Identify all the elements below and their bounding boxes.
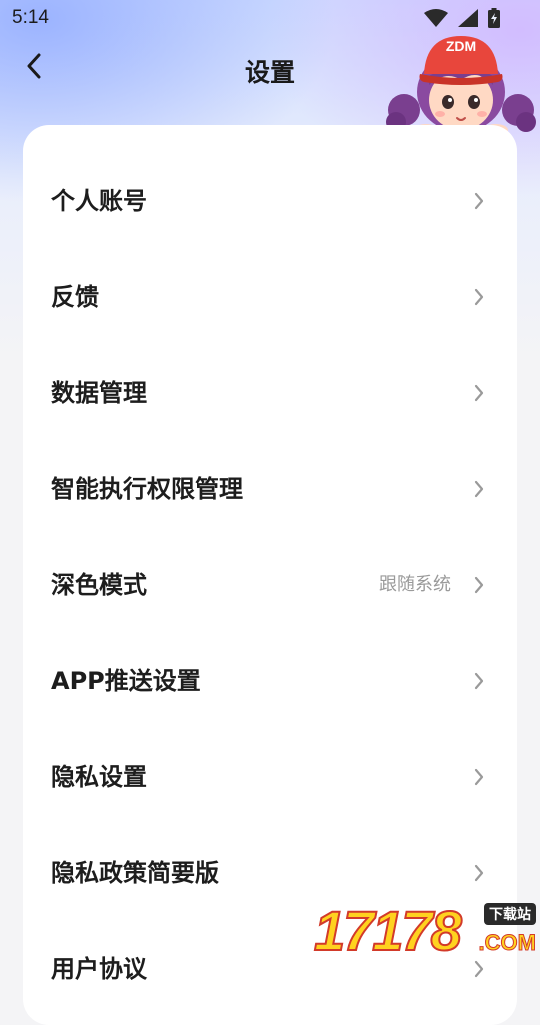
settings-item-feedback[interactable]: 反馈 <box>23 249 517 345</box>
wifi-icon <box>424 9 448 31</box>
chevron-right-icon <box>474 768 484 786</box>
watermark-domain: .COM <box>478 930 536 956</box>
settings-item-label: APP推送设置 <box>51 667 201 695</box>
chevron-right-icon <box>474 384 484 402</box>
settings-item-label: 个人账号 <box>51 187 147 215</box>
mascot-illustration: ZDM <box>386 30 536 136</box>
settings-item-label: 用户协议 <box>51 955 147 983</box>
chevron-right-icon <box>474 672 484 690</box>
settings-item-label: 隐私政策简要版 <box>51 859 219 887</box>
settings-item-label: 数据管理 <box>51 379 147 407</box>
settings-item-personal-account[interactable]: 个人账号 <box>23 153 517 249</box>
chevron-right-icon <box>474 576 484 594</box>
status-time: 5:14 <box>12 7 49 28</box>
settings-item-privacy-settings[interactable]: 隐私设置 <box>23 729 517 825</box>
chevron-right-icon <box>474 864 484 882</box>
settings-item-push-notifications[interactable]: APP推送设置 <box>23 633 517 729</box>
settings-item-label: 智能执行权限管理 <box>51 475 243 503</box>
settings-card: 个人账号 反馈 数据管理 智能执行权限管理 深色模式 跟随系统 APP推送设置 … <box>23 125 517 1025</box>
mascot-cap-text: ZDM <box>445 38 477 54</box>
cellular-signal-icon <box>458 9 478 31</box>
settings-item-smart-execution-permissions[interactable]: 智能执行权限管理 <box>23 441 517 537</box>
chevron-right-icon <box>474 288 484 306</box>
status-icons <box>424 8 500 32</box>
watermark-number: 17178 <box>313 898 463 963</box>
chevron-right-icon <box>474 960 484 978</box>
watermark-tag: 下载站 <box>484 903 536 925</box>
watermark-logo: 17178 下载站 .COM <box>313 898 540 963</box>
dark-mode-value: 跟随系统 <box>379 574 451 595</box>
settings-item-data-management[interactable]: 数据管理 <box>23 345 517 441</box>
battery-charging-icon <box>488 8 500 32</box>
settings-item-dark-mode[interactable]: 深色模式 跟随系统 <box>23 537 517 633</box>
settings-item-label: 反馈 <box>51 283 99 311</box>
settings-item-label: 隐私设置 <box>51 763 147 791</box>
chevron-right-icon <box>474 192 484 210</box>
settings-item-label: 深色模式 <box>51 571 147 599</box>
chevron-right-icon <box>474 480 484 498</box>
